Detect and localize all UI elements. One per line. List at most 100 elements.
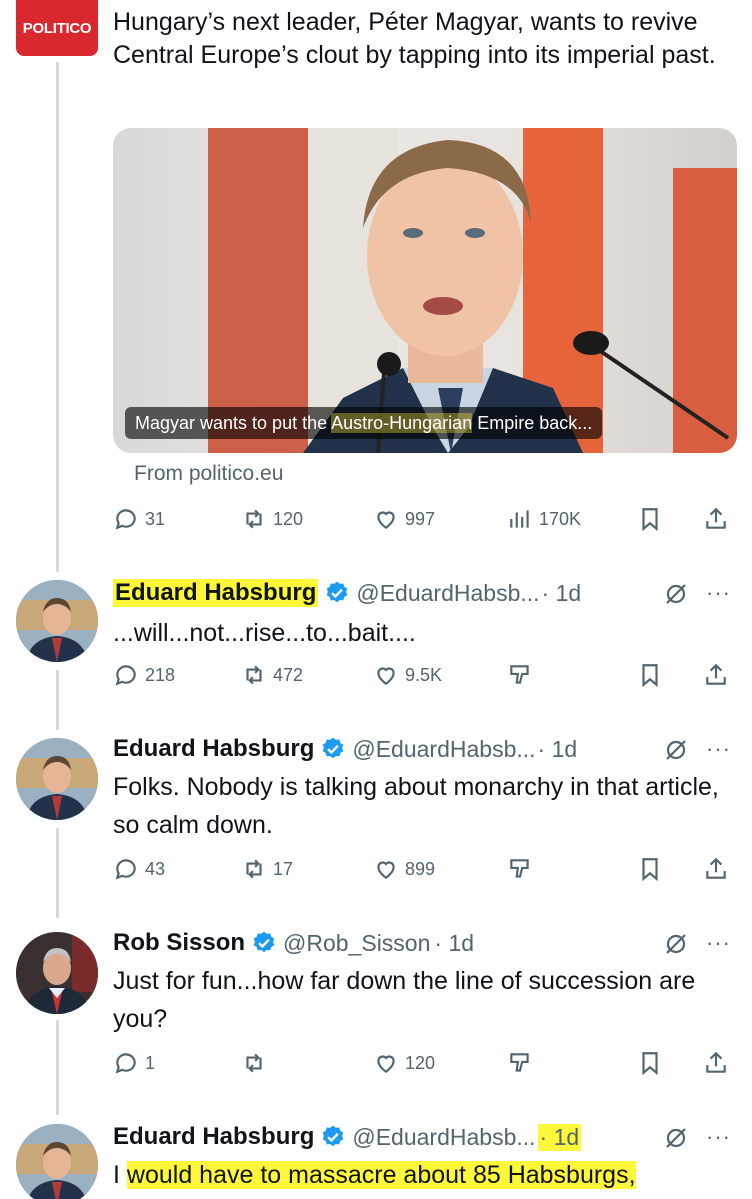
- more-icon[interactable]: ···: [706, 1124, 731, 1150]
- share-button[interactable]: [703, 1050, 729, 1076]
- reply-header: Rob Sisson @Rob_Sisson · 1d: [113, 926, 474, 960]
- post-text: Hungary’s next leader, Péter Magyar, wan…: [113, 8, 716, 69]
- bookmark-button[interactable]: [637, 856, 663, 882]
- bookmark-button[interactable]: [637, 662, 663, 688]
- share-icon: [706, 1051, 726, 1073]
- verified-badge-icon: [323, 1125, 344, 1147]
- like-button[interactable]: 120: [373, 1050, 435, 1076]
- link-card[interactable]: Magyar wants to put the Austro-Hungarian…: [113, 128, 737, 453]
- thread-line: [56, 670, 59, 730]
- reply-button[interactable]: 43: [113, 856, 165, 882]
- reply-text: I would have to massacre about 85 Habsbu…: [113, 1161, 636, 1189]
- author-name[interactable]: Eduard Habsburg: [113, 735, 314, 763]
- more-icon[interactable]: ···: [706, 580, 731, 606]
- author-name[interactable]: Eduard Habsburg: [113, 1123, 314, 1151]
- reply-header: Eduard Habsburg @EduardHabsb... · 1d: [113, 576, 581, 610]
- post-action-bar: 31 120 997 170K: [113, 506, 738, 536]
- reply-action-bar: 1 120: [113, 1050, 738, 1080]
- repost-button[interactable]: 17: [241, 856, 293, 882]
- bookmark-icon: [642, 1052, 658, 1076]
- avatar-photo: [16, 738, 98, 820]
- heart-icon: [377, 1055, 395, 1073]
- reply-icon: [115, 509, 136, 530]
- grok-icon[interactable]: [664, 582, 688, 606]
- share-button[interactable]: [703, 662, 729, 688]
- avatar[interactable]: [16, 738, 98, 820]
- card-source[interactable]: From politico.eu: [134, 462, 283, 486]
- reply-text-highlight: would have to massacre about 85 Habsburg…: [126, 1161, 636, 1189]
- author-handle[interactable]: @EduardHabsb...: [352, 1124, 535, 1151]
- verified-badge-icon: [253, 931, 275, 953]
- avatar[interactable]: [16, 1124, 98, 1199]
- reply-button[interactable]: 1: [113, 1050, 155, 1076]
- reply-button[interactable]: 218: [113, 662, 175, 688]
- reply-text: Just for fun...how far down the line of …: [113, 967, 696, 1033]
- thread-line: [56, 828, 59, 918]
- views-button[interactable]: 170K: [507, 506, 581, 532]
- reply-action-bar: 218 472 9.5K: [113, 662, 738, 692]
- avatar-photo: [16, 932, 98, 1014]
- bookmark-icon: [642, 858, 658, 882]
- avatar-photo: [16, 1124, 98, 1199]
- politico-avatar[interactable]: POLITICO: [16, 0, 98, 56]
- thread-line: [56, 1020, 59, 1115]
- timestamp[interactable]: · 1d: [542, 580, 582, 607]
- caption-highlight: Austro-Hungarian: [331, 413, 473, 433]
- grok-icon[interactable]: [664, 1126, 688, 1150]
- reply-button[interactable]: 31: [113, 506, 165, 532]
- share-icon: [706, 663, 726, 685]
- verified-badge-icon: [323, 737, 344, 759]
- reply-header: Eduard Habsburg @EduardHabsb... · 1d: [113, 1120, 582, 1154]
- downvote-button[interactable]: [507, 856, 533, 882]
- reply-text: Folks. Nobody is talking about monarchy …: [113, 773, 719, 839]
- downvote-icon: [510, 859, 529, 878]
- like-button[interactable]: 899: [373, 856, 435, 882]
- author-name[interactable]: Rob Sisson: [113, 929, 245, 957]
- author-handle[interactable]: @EduardHabsb...: [352, 736, 535, 763]
- share-button[interactable]: [703, 506, 729, 532]
- heart-icon: [377, 861, 395, 879]
- repost-icon: [246, 859, 262, 879]
- avatar-photo: [16, 580, 98, 662]
- reply-action-bar: 43 17 899: [113, 856, 738, 886]
- more-icon[interactable]: ···: [706, 736, 731, 762]
- reply-text: ...will...not...rise...to...bait....: [113, 619, 416, 647]
- repost-icon: [246, 665, 262, 685]
- more-icon[interactable]: ···: [706, 930, 731, 956]
- timestamp[interactable]: · 1d: [434, 930, 474, 957]
- repost-button[interactable]: 472: [241, 662, 303, 688]
- downvote-button[interactable]: [507, 1050, 533, 1076]
- author-handle[interactable]: @Rob_Sisson: [283, 930, 430, 957]
- repost-button[interactable]: [241, 1050, 273, 1076]
- bookmark-button[interactable]: [637, 1050, 663, 1076]
- avatar[interactable]: [16, 580, 98, 662]
- thread-line: [56, 62, 59, 572]
- heart-icon: [377, 667, 395, 685]
- like-button[interactable]: 9.5K: [373, 662, 442, 688]
- repost-button[interactable]: 120: [241, 506, 303, 532]
- verified-badge-icon: [327, 581, 348, 603]
- bookmark-icon: [642, 664, 658, 688]
- reply-header: Eduard Habsburg @EduardHabsb... · 1d: [113, 732, 577, 766]
- reply-icon: [115, 665, 136, 686]
- author-handle[interactable]: @EduardHabsb...: [356, 580, 539, 607]
- author-name[interactable]: Eduard Habsburg: [113, 579, 319, 607]
- downvote-button[interactable]: [507, 662, 533, 688]
- bookmark-icon: [642, 508, 658, 532]
- heart-icon: [377, 511, 395, 529]
- article-photo: [208, 128, 737, 453]
- downvote-icon: [510, 665, 529, 684]
- like-button[interactable]: 997: [373, 506, 435, 532]
- grok-icon[interactable]: [664, 932, 688, 956]
- avatar[interactable]: [16, 932, 98, 1014]
- timestamp[interactable]: · 1d: [537, 1123, 582, 1151]
- grok-icon[interactable]: [664, 738, 688, 762]
- timestamp[interactable]: · 1d: [538, 736, 578, 763]
- share-button[interactable]: [703, 856, 729, 882]
- share-icon: [706, 857, 726, 879]
- downvote-icon: [510, 1053, 529, 1072]
- bookmark-button[interactable]: [637, 506, 663, 532]
- reply-icon: [115, 859, 136, 880]
- card-caption: Magyar wants to put the Austro-Hungarian…: [125, 407, 603, 439]
- views-chart-icon: [510, 510, 529, 528]
